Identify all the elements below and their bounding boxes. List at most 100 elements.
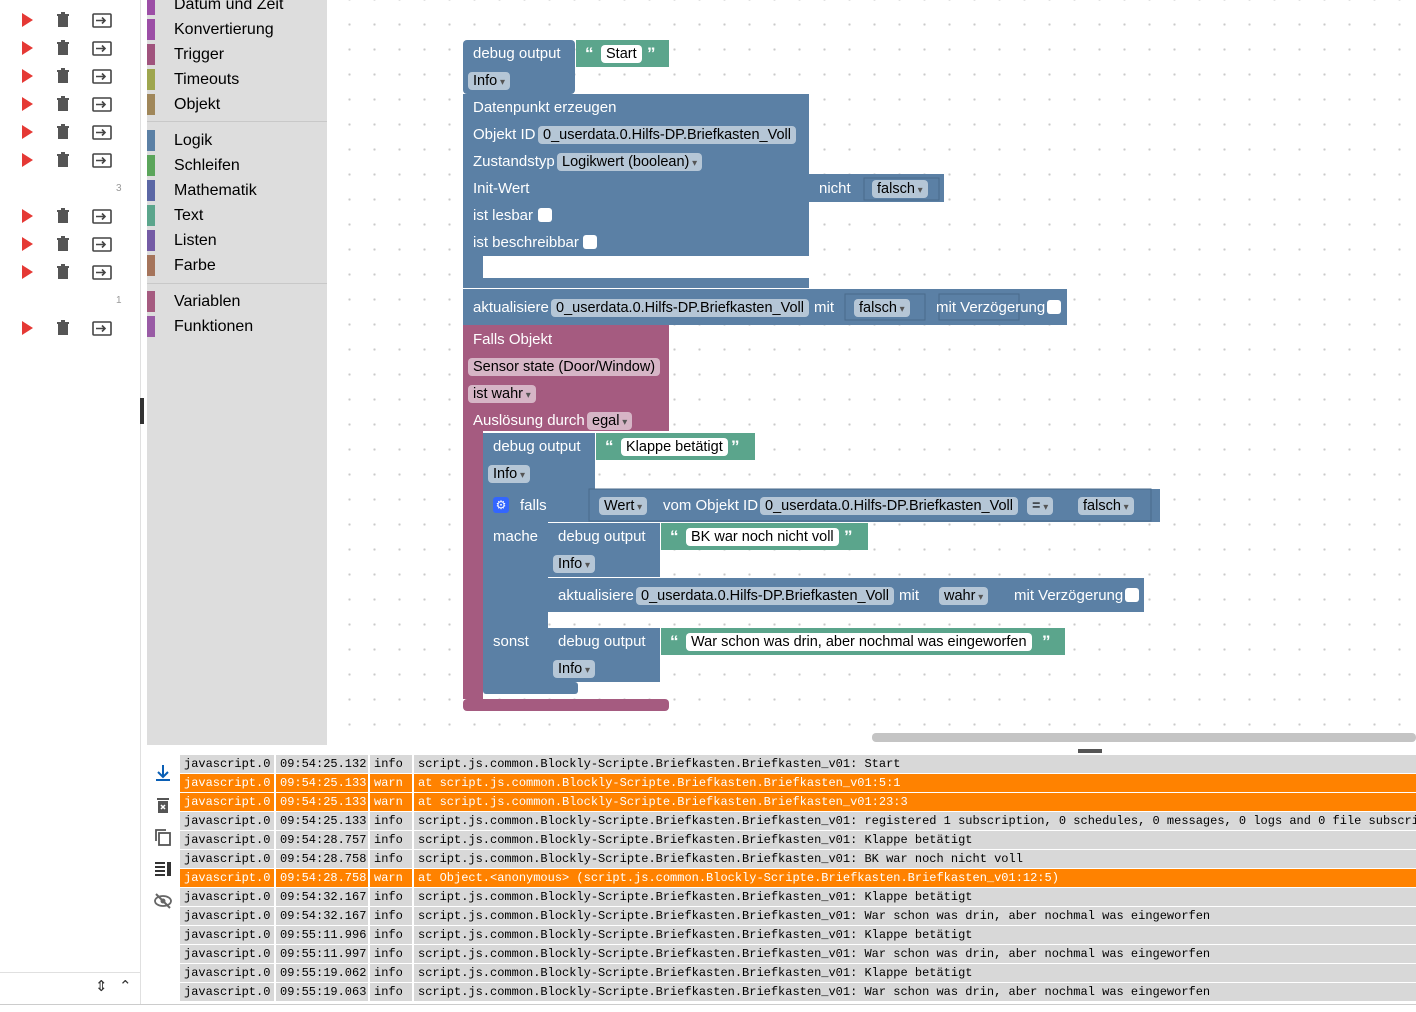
object-id-field[interactable]: 0_userdata.0.Hilfs-DP.Briefkasten_Voll bbox=[760, 497, 1018, 515]
panel-splitter[interactable] bbox=[140, 398, 144, 424]
writable-checkbox[interactable] bbox=[583, 235, 597, 249]
trash-icon[interactable] bbox=[55, 264, 71, 280]
text-value-field[interactable]: War schon was drin, aber nochmal was ein… bbox=[686, 633, 1032, 651]
log-row: javascript.0 09:54:28.757 info script.js.co… bbox=[180, 831, 1416, 850]
trash-icon[interactable] bbox=[55, 320, 71, 336]
condition-dropdown[interactable]: ist wahr bbox=[468, 385, 536, 403]
resize-handle[interactable] bbox=[1078, 749, 1102, 753]
clear-log-icon[interactable] bbox=[153, 795, 173, 815]
create-datapoint-block[interactable] bbox=[463, 94, 809, 256]
export-icon[interactable] bbox=[92, 125, 112, 140]
toolbox-category[interactable]: Datum und Zeit bbox=[147, 0, 327, 19]
delay-checkbox[interactable] bbox=[1047, 300, 1061, 314]
quote-open-icon: “ bbox=[670, 527, 679, 546]
toolbox-category[interactable]: Funktionen bbox=[147, 316, 327, 341]
toolbox-category[interactable]: Variablen bbox=[147, 291, 327, 316]
toolbox-category[interactable]: Logik bbox=[147, 130, 327, 155]
sensor-object-field[interactable]: Sensor state (Door/Window) bbox=[468, 358, 661, 376]
play-icon[interactable] bbox=[22, 153, 33, 167]
log-table: javascript.0 09:54:25.132 info script.js.co… bbox=[180, 755, 1416, 1005]
script-row bbox=[0, 34, 140, 62]
export-icon[interactable] bbox=[92, 209, 112, 224]
object-id-field[interactable]: 0_userdata.0.Hilfs-DP.Briefkasten_Voll bbox=[538, 126, 796, 144]
log-level-dropdown[interactable]: Info bbox=[468, 72, 510, 90]
export-icon[interactable] bbox=[92, 97, 112, 112]
trash-icon[interactable] bbox=[55, 40, 71, 56]
category-label: Text bbox=[174, 207, 204, 224]
play-icon[interactable] bbox=[22, 265, 33, 279]
object-id-field[interactable]: 0_userdata.0.Hilfs-DP.Briefkasten_Voll bbox=[551, 299, 809, 317]
state-type-dropdown[interactable]: Logikwert (boolean) bbox=[557, 153, 703, 171]
toggle-columns-icon[interactable] bbox=[153, 859, 173, 879]
category-color-bar bbox=[147, 230, 155, 251]
export-icon[interactable] bbox=[92, 265, 112, 280]
export-icon[interactable] bbox=[92, 41, 112, 56]
trash-icon[interactable] bbox=[55, 208, 71, 224]
play-icon[interactable] bbox=[22, 321, 33, 335]
log-cell-time: 09:54:32.167 bbox=[276, 907, 368, 925]
toolbox-category[interactable]: Text bbox=[147, 205, 327, 230]
log-divider[interactable] bbox=[147, 745, 1416, 755]
export-icon[interactable] bbox=[92, 237, 112, 252]
trash-icon[interactable] bbox=[55, 124, 71, 140]
trash-icon[interactable] bbox=[55, 12, 71, 28]
download-icon[interactable] bbox=[153, 763, 173, 783]
toolbox-category[interactable]: Mathematik bbox=[147, 180, 327, 205]
toolbox-category[interactable]: Timeouts bbox=[147, 69, 327, 94]
play-icon[interactable] bbox=[22, 69, 33, 83]
export-icon[interactable] bbox=[92, 321, 112, 336]
play-icon[interactable] bbox=[22, 209, 33, 223]
play-icon[interactable] bbox=[22, 125, 33, 139]
text-value-field[interactable]: Klappe betätigt bbox=[621, 438, 728, 456]
trash-icon[interactable] bbox=[55, 152, 71, 168]
quote-open-icon: “ bbox=[670, 632, 679, 651]
log-cell-level: info bbox=[370, 964, 412, 982]
delay-checkbox[interactable] bbox=[1125, 588, 1139, 602]
trash-icon[interactable] bbox=[55, 236, 71, 252]
visibility-off-icon[interactable] bbox=[153, 891, 173, 911]
do-label: mache bbox=[493, 528, 539, 545]
log-level-dropdown[interactable]: Info bbox=[553, 660, 595, 678]
play-icon[interactable] bbox=[22, 237, 33, 251]
copy-icon[interactable] bbox=[153, 827, 173, 847]
toolbox-category[interactable]: Listen bbox=[147, 230, 327, 255]
boolean-dropdown[interactable]: wahr bbox=[939, 587, 989, 605]
blockly-workspace[interactable]: debug output “ Start ” Info Datenpunkt e… bbox=[327, 0, 1416, 745]
play-icon[interactable] bbox=[22, 97, 33, 111]
log-level-dropdown[interactable]: Info bbox=[553, 555, 595, 573]
workspace-scrollbar[interactable] bbox=[872, 733, 1416, 742]
play-icon[interactable] bbox=[22, 13, 33, 27]
toolbox-category[interactable]: Trigger bbox=[147, 44, 327, 69]
log-cell-src: javascript.0 bbox=[180, 774, 274, 792]
collapse-all-icon[interactable]: ⌃ bbox=[119, 979, 132, 994]
log-level-dropdown[interactable]: Info bbox=[488, 465, 530, 483]
text-value-field[interactable]: Start bbox=[601, 45, 642, 63]
export-icon[interactable] bbox=[92, 13, 112, 28]
trash-icon[interactable] bbox=[55, 68, 71, 84]
text-value-field[interactable]: BK war noch nicht voll bbox=[686, 528, 839, 546]
value-selector-dropdown[interactable]: Wert bbox=[599, 497, 648, 515]
log-cell-level: info bbox=[370, 983, 412, 1001]
log-cell-msg: script.js.common.Blockly-Scripte.Briefka… bbox=[414, 850, 1416, 868]
operator-dropdown[interactable]: = bbox=[1027, 497, 1054, 515]
log-row: javascript.0 09:55:11.996 info script.js.co… bbox=[180, 926, 1416, 945]
gear-icon[interactable]: ⚙ bbox=[493, 497, 509, 513]
toolbox-category[interactable]: Farbe bbox=[147, 255, 327, 280]
boolean-dropdown[interactable]: falsch bbox=[854, 299, 910, 317]
trigger-dropdown[interactable]: egal bbox=[587, 412, 633, 430]
object-id-field[interactable]: 0_userdata.0.Hilfs-DP.Briefkasten_Voll bbox=[636, 587, 894, 605]
boolean-dropdown[interactable]: falsch bbox=[872, 180, 928, 198]
toolbox-category[interactable]: Schleifen bbox=[147, 155, 327, 180]
play-icon[interactable] bbox=[22, 41, 33, 55]
readable-checkbox[interactable] bbox=[538, 208, 552, 222]
expand-collapse-icon[interactable]: ⇕ bbox=[95, 979, 108, 994]
group-count: 1 bbox=[116, 295, 122, 306]
trash-icon[interactable] bbox=[55, 96, 71, 112]
quote-close-icon: ” bbox=[647, 44, 656, 63]
toolbox-separator bbox=[147, 283, 327, 284]
toolbox-category[interactable]: Konvertierung bbox=[147, 19, 327, 44]
export-icon[interactable] bbox=[92, 153, 112, 168]
boolean-dropdown[interactable]: falsch bbox=[1078, 497, 1134, 515]
toolbox-category[interactable]: Objekt bbox=[147, 94, 327, 119]
export-icon[interactable] bbox=[92, 69, 112, 84]
